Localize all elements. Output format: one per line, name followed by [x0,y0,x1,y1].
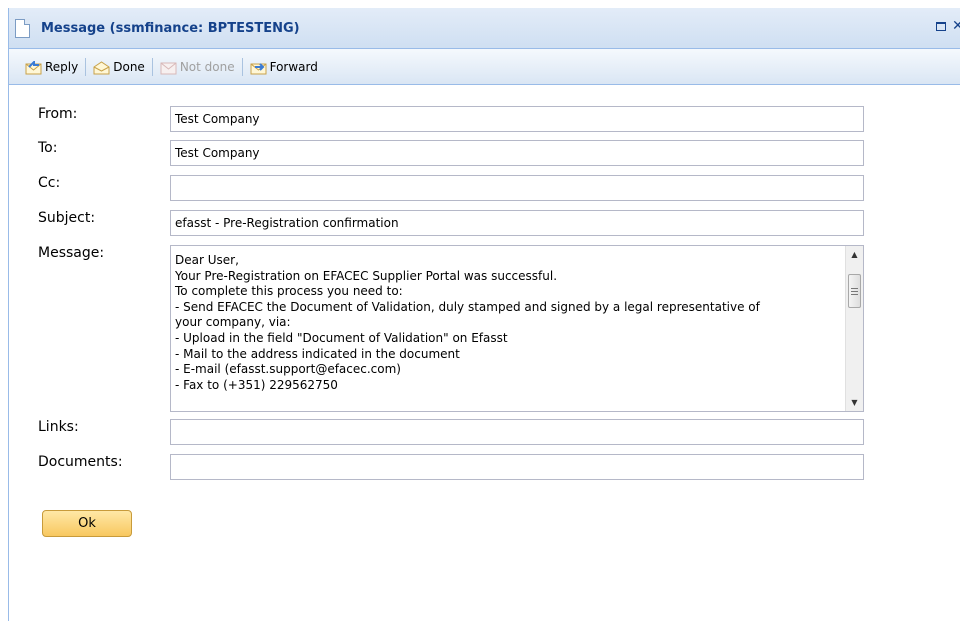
cc-row: Cc: [38,175,898,201]
documents-field[interactable] [170,454,864,480]
title-bar: Message (ssmfinance: BPTESTENG) ✕ [9,8,960,49]
envelope-open-icon [93,60,110,74]
scroll-thumb[interactable] [848,274,861,308]
to-field[interactable]: Test Company [170,140,864,166]
done-label: Done [113,59,145,74]
documents-row: Documents: [38,454,898,480]
toolbar-separator [85,57,87,76]
cc-label: Cc: [38,175,61,191]
maximize-icon[interactable] [936,21,946,31]
links-label: Links: [38,419,79,435]
envelope-icon [160,61,177,74]
not-done-button[interactable]: Not done [157,60,238,74]
cc-field[interactable] [170,175,864,201]
message-line: Dear User, [175,253,239,267]
to-label: To: [38,140,58,156]
forward-icon [250,61,267,74]
links-field[interactable] [170,419,864,445]
scroll-up-arrow-icon[interactable]: ▲ [846,246,863,263]
ok-button[interactable]: Ok [42,510,132,537]
links-row: Links: [38,419,898,445]
message-line: - Upload in the field "Document of Valid… [175,330,508,345]
message-line: - Mail to the address indicated in the d… [175,346,460,361]
document-icon [15,18,30,38]
message-line: - Fax to (+351) 229562750 [175,377,338,392]
toolbar: Reply Done Not done Forward [9,49,960,85]
done-button[interactable]: Done [90,60,148,74]
forward-button[interactable]: Forward [247,60,321,74]
reply-icon [25,60,42,74]
scroll-down-arrow-icon[interactable]: ▼ [846,394,863,411]
ok-label: Ok [78,516,96,531]
subject-row: Subject: efasst - Pre-Registration confi… [38,210,898,236]
documents-label: Documents: [38,454,123,470]
window-controls: ✕ [936,20,960,32]
message-line: your company, via: [175,315,291,330]
toolbar-separator [151,57,153,76]
to-row: To: Test Company [38,140,898,166]
subject-label: Subject: [38,210,96,226]
reply-label: Reply [45,59,79,74]
message-line: Your Pre-Registration on EFACEC Supplier… [175,268,558,283]
message-window: Message (ssmfinance: BPTESTENG) ✕ Reply [8,8,960,621]
from-row: From: Test Company [38,106,898,132]
message-line: To complete this process you need to: [175,284,403,299]
message-row: Message: Dear User, Your Pre-Registratio… [38,245,898,412]
close-icon[interactable]: ✕ [952,20,960,32]
from-label: From: [38,106,78,122]
message-body[interactable]: Dear User, Your Pre-Registration on EFAC… [170,245,864,412]
subject-field[interactable]: efasst - Pre-Registration confirmation [170,210,864,236]
forward-label: Forward [269,59,318,74]
reply-button[interactable]: Reply [22,60,81,74]
message-scrollbar[interactable]: ▲ ▼ [845,246,863,411]
message-label: Message: [38,245,105,261]
message-line: - Send EFACEC the Document of Validation… [175,299,760,314]
not-done-label: Not done [179,59,235,74]
window-title: Message (ssmfinance: BPTESTENG) [41,20,300,36]
message-line: - E-mail (efasst.support@efacec.com) [175,362,401,377]
from-field[interactable]: Test Company [170,106,864,132]
toolbar-separator [241,57,243,76]
